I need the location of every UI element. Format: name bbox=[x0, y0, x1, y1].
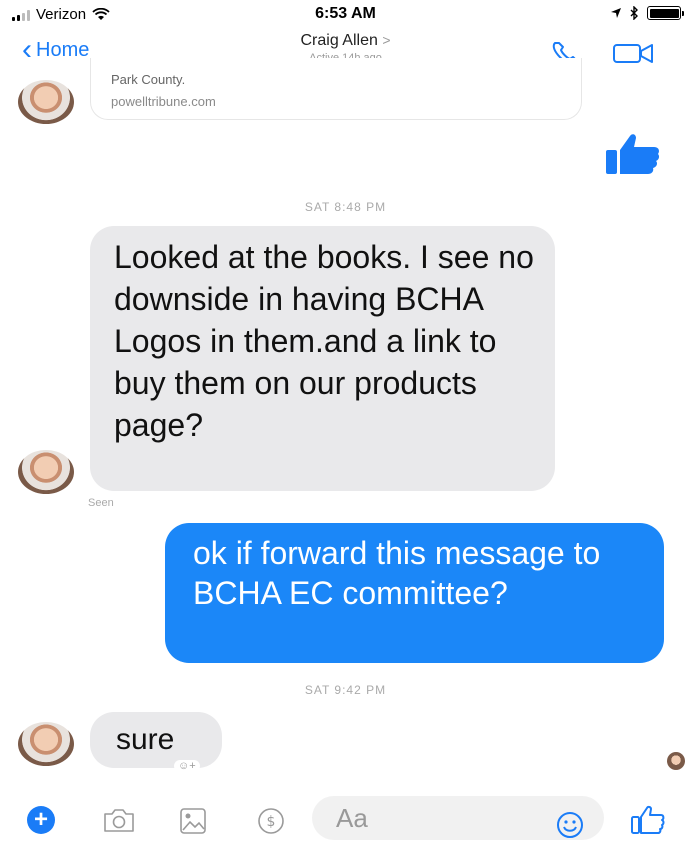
avatar[interactable] bbox=[18, 80, 74, 124]
like-thumbs-up-icon[interactable] bbox=[629, 804, 667, 836]
clock: 6:53 AM bbox=[315, 5, 376, 22]
link-preview-card[interactable]: Park County. powelltribune.com bbox=[90, 58, 582, 120]
message-text: ok if forward this message to BCHA EC co… bbox=[193, 535, 601, 611]
outgoing-message-bubble[interactable]: ok if forward this message to BCHA EC co… bbox=[165, 523, 664, 663]
thumbs-up-icon bbox=[606, 134, 660, 174]
location-arrow-icon bbox=[611, 8, 621, 18]
link-preview-url: powelltribune.com bbox=[111, 94, 216, 109]
contact-arrow: > bbox=[382, 32, 391, 48]
plus-icon[interactable]: + bbox=[27, 806, 55, 834]
payment-dollar-icon[interactable]: $ bbox=[256, 806, 286, 836]
composer-bar: + $ bbox=[0, 790, 691, 848]
avatar[interactable] bbox=[18, 722, 74, 766]
incoming-message-bubble[interactable]: Looked at the books. I see no downside i… bbox=[90, 226, 555, 491]
timestamp: SAT 8:48 PM bbox=[304, 200, 387, 214]
video-camera-icon[interactable] bbox=[612, 40, 658, 66]
read-receipt-avatar bbox=[667, 752, 685, 770]
camera-icon[interactable] bbox=[102, 806, 136, 834]
link-preview-title: Park County. bbox=[111, 72, 186, 87]
avatar[interactable] bbox=[18, 450, 74, 494]
contact-name: Craig Allen bbox=[300, 32, 378, 49]
svg-text:$: $ bbox=[267, 814, 276, 830]
photo-icon[interactable] bbox=[178, 806, 208, 836]
battery-icon bbox=[647, 6, 684, 20]
add-reaction-icon[interactable]: ☺+ bbox=[174, 760, 200, 772]
seen-indicator: Seen bbox=[88, 497, 114, 509]
status-icons bbox=[610, 6, 684, 20]
bluetooth-icon bbox=[630, 6, 638, 20]
timestamp: SAT 9:42 PM bbox=[304, 683, 387, 697]
message-text: sure bbox=[116, 723, 175, 756]
message-input[interactable] bbox=[336, 800, 546, 836]
incoming-message-bubble[interactable]: sure bbox=[90, 712, 222, 768]
emoji-icon[interactable] bbox=[555, 810, 585, 840]
status-bar: Verizon 6:53 AM bbox=[0, 0, 691, 30]
contact-name-row: Craig Allen > bbox=[0, 32, 691, 50]
message-text: Looked at the books. I see no downside i… bbox=[114, 239, 534, 443]
